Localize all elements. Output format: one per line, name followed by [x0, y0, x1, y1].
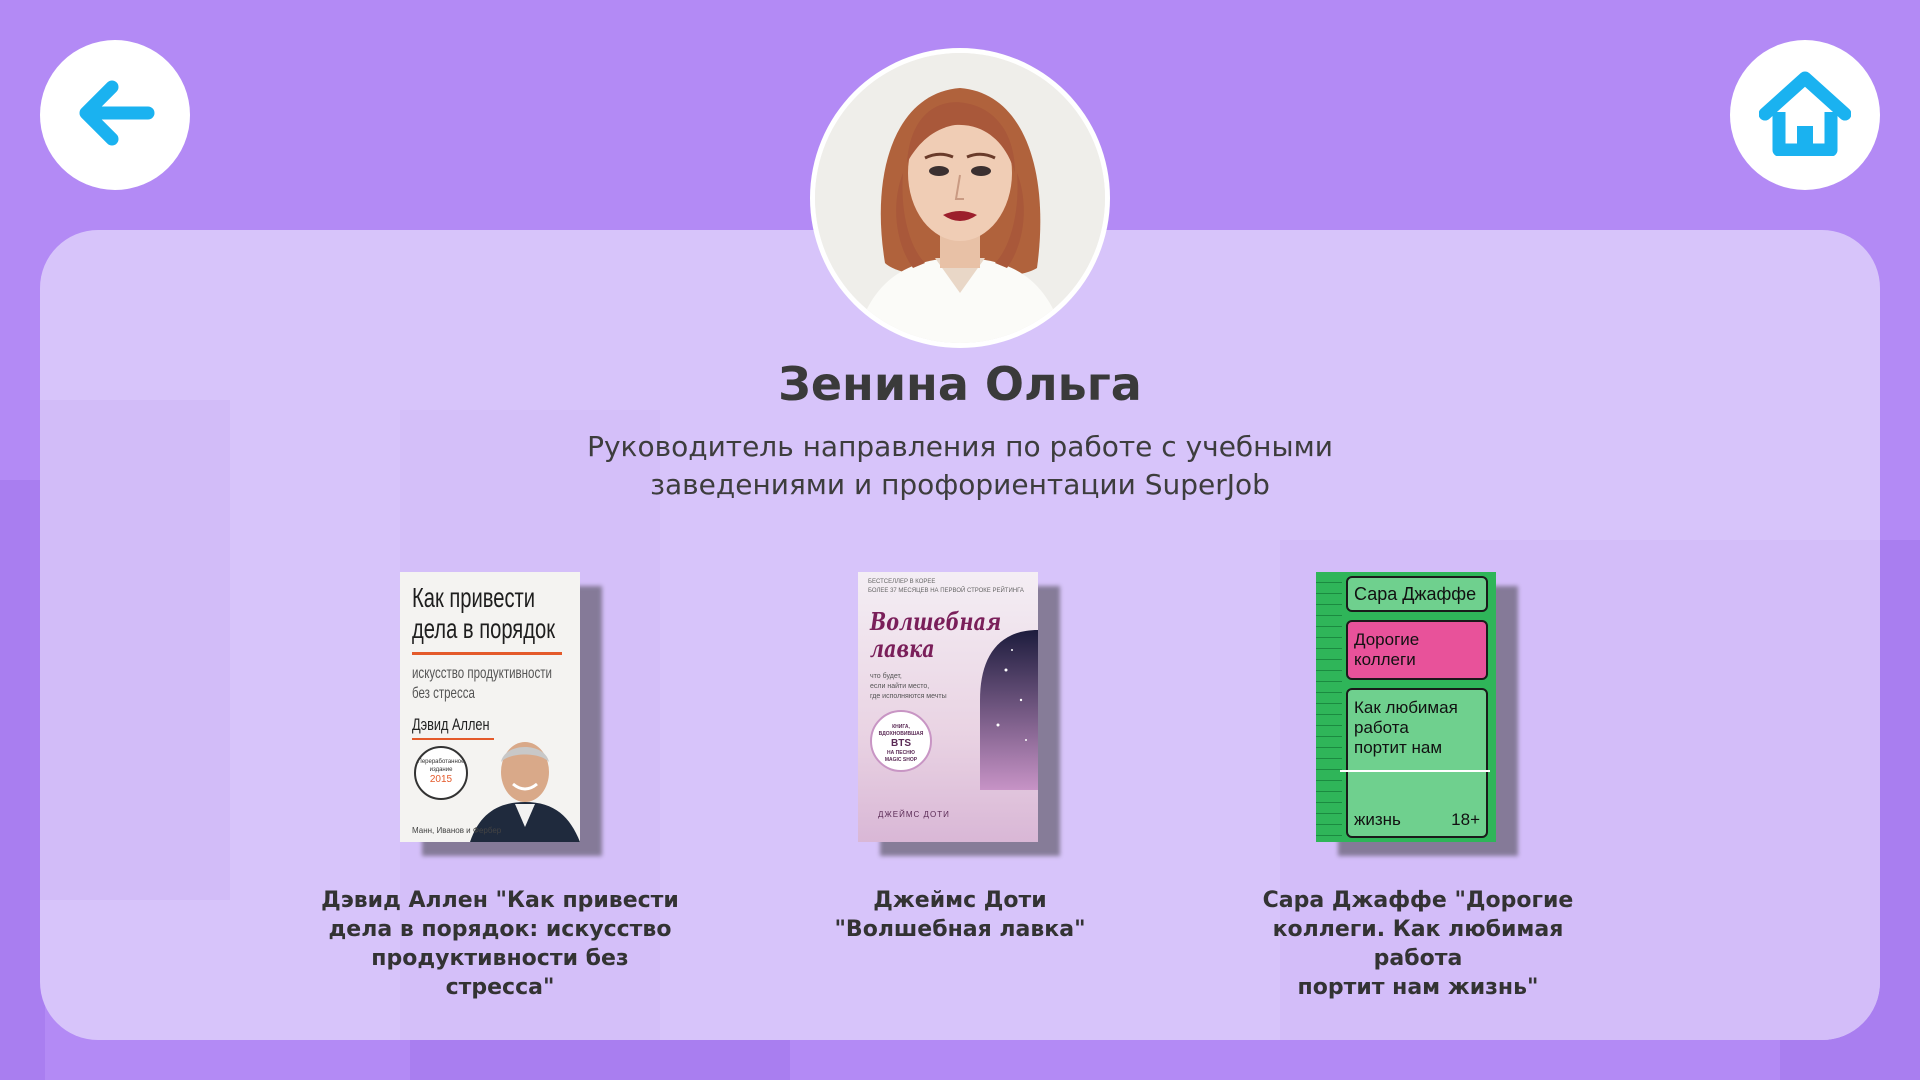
- cover-tagline: что будет, если найти место, где исполня…: [870, 673, 947, 700]
- cover-badge: КНИГА, ВДОХНОВИВШАЯ BTS НА ПЕСНЮ MAGIC S…: [870, 710, 932, 772]
- cover-ruler: [1316, 572, 1342, 842]
- book-cover: Как привести дела в порядок искусство пр…: [400, 572, 580, 842]
- back-button[interactable]: [40, 40, 190, 190]
- role-line: Руководитель направления по работе с уче…: [587, 430, 1333, 463]
- cover-title: Волшебная лавка: [870, 607, 1002, 663]
- arrow-left-icon: [72, 70, 158, 160]
- person-role: Руководитель направления по работе с уче…: [560, 428, 1360, 504]
- cover-publisher: Манн, Иванов и Фербер: [412, 826, 502, 835]
- cover-age-rating: 18+: [1451, 810, 1480, 829]
- cover-subtitle: искусство продуктивности без стресса: [412, 665, 552, 702]
- house-icon: [1758, 70, 1852, 160]
- background-block: [0, 480, 45, 1080]
- book-caption: Джеймс Доти "Волшебная лавка": [834, 888, 1086, 942]
- cover-subtitle-box: Как любимая работа портит нам жизнь 18+: [1340, 688, 1490, 838]
- book-allen[interactable]: Как привести дела в порядок искусство пр…: [400, 572, 602, 856]
- book-caption: Дэвид Аллен "Как привести дела в порядок…: [321, 888, 679, 1000]
- cover-bottom-word: жизнь: [1354, 810, 1401, 829]
- cover-rule: [412, 652, 562, 655]
- cover-topline: БЕСТСЕЛЛЕР В КОРЕЕ БОЛЕЕ 37 МЕСЯЦЕВ НА П…: [868, 579, 1024, 594]
- cover-line: [1340, 770, 1490, 772]
- book-caption: Сара Джаффе "Дорогие коллеги. Как любима…: [1262, 888, 1574, 1000]
- avatar: [810, 48, 1110, 348]
- book-jaffe[interactable]: Сара Джаффе Дорогие коллеги Как любимая …: [1316, 572, 1518, 856]
- book-cover: БЕСТСЕЛЛЕР В КОРЕЕ БОЛЕЕ 37 МЕСЯЦЕВ НА П…: [858, 572, 1038, 842]
- book-doty[interactable]: БЕСТСЕЛЛЕР В КОРЕЕ БОЛЕЕ 37 МЕСЯЦЕВ НА П…: [858, 572, 1060, 856]
- cover-badge: Переработанное издание 2015: [414, 746, 468, 800]
- role-line: заведениями и профориентации SuperJob: [650, 468, 1270, 501]
- cover-title: Как привести дела в порядок: [412, 582, 556, 644]
- cover-author-box: Сара Джаффе: [1346, 576, 1488, 612]
- cover-title-box: Дорогие коллеги: [1346, 620, 1488, 680]
- person-name: Зенина Ольга: [778, 357, 1142, 411]
- avatar-photo: [815, 53, 1105, 343]
- panel-shade: [40, 400, 230, 900]
- book-cover: Сара Джаффе Дорогие коллеги Как любимая …: [1316, 572, 1496, 842]
- cover-author: ДЖЕЙМС ДОТИ: [878, 810, 950, 819]
- home-button[interactable]: [1730, 40, 1880, 190]
